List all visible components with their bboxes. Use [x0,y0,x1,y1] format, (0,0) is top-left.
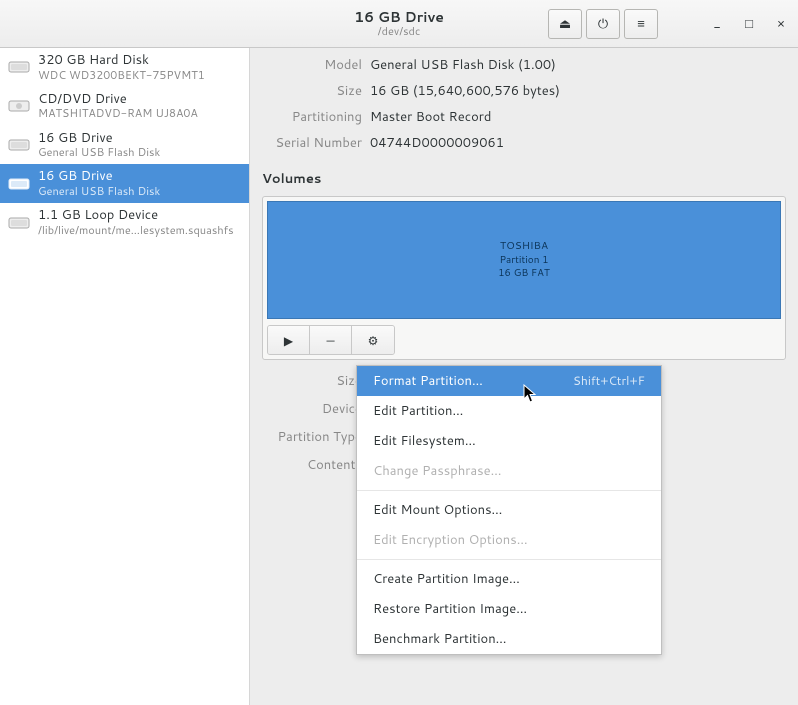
size-value: 16 GB (15,640,600,576 bytes) [370,82,786,100]
removable-icon [8,137,30,153]
sidebar-item-optical[interactable]: CD/DVD Drive MATSHITADVD-RAM UJ8A0A [0,87,249,126]
sidebar-item-disk[interactable]: 320 GB Hard Disk WDC WD3200BEKT-75PVMT1 [0,48,249,87]
header-action-buttons: ⏏ ⏻ ≡ [548,9,658,39]
vol-device-label: Device [262,400,362,418]
close-button[interactable]: × [774,15,788,33]
loop-icon [8,215,30,231]
device-title: CD/DVD Drive [38,92,198,108]
drive-properties: Model General USB Flash Disk (1.00) Size… [262,56,786,152]
gear-icon: ⚙ [368,332,379,349]
menu-accelerator: Shift+Ctrl+F [573,372,645,390]
menu-change-passphrase: Change Passphrase… [357,456,661,486]
header-title-block: 16 GB Drive /dev/sdc [354,9,444,39]
headerbar: 16 GB Drive /dev/sdc ⏏ ⏻ ≡ _ □ × [0,0,798,48]
device-subtitle: WDC WD3200BEKT-75PVMT1 [38,69,205,82]
minus-icon: — [326,332,334,349]
harddisk-icon [8,59,30,75]
model-label: Model [262,56,362,74]
menu-create-partition-image[interactable]: Create Partition Image… [357,564,661,594]
window-controls: _ □ × [710,15,788,33]
device-title: 1.1 GB Loop Device [38,208,234,224]
volume-context-menu: Format Partition… Shift+Ctrl+F Edit Part… [356,365,662,655]
partitioning-label: Partitioning [262,108,362,126]
device-title: 16 GB Drive [38,131,160,147]
volume-name: TOSHIBA [498,240,550,254]
device-title: 320 GB Hard Disk [38,53,205,69]
menu-edit-mount-options[interactable]: Edit Mount Options… [357,495,661,525]
device-text: 1.1 GB Loop Device /lib/live/mount/me…le… [38,208,234,237]
menu-label: Benchmark Partition… [373,630,507,648]
menu-restore-partition-image[interactable]: Restore Partition Image… [357,594,661,624]
power-icon: ⏻ [598,15,608,33]
eject-button[interactable]: ⏏ [548,9,582,39]
device-text: 16 GB Drive General USB Flash Disk [38,169,160,198]
device-subtitle: /lib/live/mount/me…lesystem.squashfs [38,224,234,237]
vol-size-label: Size [262,372,362,390]
sidebar-item-usb-selected[interactable]: 16 GB Drive General USB Flash Disk [0,164,249,203]
power-button[interactable]: ⏻ [586,9,620,39]
device-title: 16 GB Drive [38,169,160,185]
play-icon: ▶ [284,332,293,349]
serial-value: 04744D0000009061 [370,134,786,152]
sidebar-item-usb[interactable]: 16 GB Drive General USB Flash Disk [0,126,249,165]
cursor-icon [523,384,537,404]
window-subtitle: /dev/sdc [354,25,444,38]
volume-block-text: TOSHIBA Partition 1 16 GB FAT [498,240,550,280]
device-text: 16 GB Drive General USB Flash Disk [38,131,160,160]
menu-separator [357,490,661,491]
device-subtitle: General USB Flash Disk [38,146,160,159]
serial-label: Serial Number [262,134,362,152]
volume-toolbar: ▶ — ⚙ [267,325,395,355]
volume-block[interactable]: TOSHIBA Partition 1 16 GB FAT [267,201,781,319]
device-subtitle: MATSHITADVD-RAM UJ8A0A [38,107,198,120]
volumes-box: TOSHIBA Partition 1 16 GB FAT ▶ — ⚙ [262,196,786,360]
size-label: Size [262,82,362,100]
menu-format-partition[interactable]: Format Partition… Shift+Ctrl+F [357,366,661,396]
menu-label: Format Partition… [373,372,483,390]
menu-edit-partition[interactable]: Edit Partition… [357,396,661,426]
menu-label: Edit Partition… [373,402,463,420]
close-icon: × [777,15,785,33]
menu-label: Change Passphrase… [373,462,501,480]
menu-separator [357,559,661,560]
menu-label: Create Partition Image… [373,570,520,588]
volumes-section-title: Volumes [262,170,786,188]
device-sidebar: 320 GB Hard Disk WDC WD3200BEKT-75PVMT1 … [0,48,250,705]
menu-label: Edit Filesystem… [373,432,476,450]
menu-label: Edit Mount Options… [373,501,502,519]
maximize-button[interactable]: □ [742,15,756,33]
menu-edit-encryption-options: Edit Encryption Options… [357,525,661,555]
menu-label: Edit Encryption Options… [373,531,528,549]
volume-menu-button[interactable]: ⚙ [352,326,394,354]
menu-label: Restore Partition Image… [373,600,527,618]
partitioning-value: Master Boot Record [370,108,786,126]
menu-benchmark-partition[interactable]: Benchmark Partition… [357,624,661,654]
optical-icon [8,98,30,114]
mount-play-button[interactable]: ▶ [268,326,310,354]
volume-size: 16 GB FAT [498,267,550,280]
menu-edit-filesystem[interactable]: Edit Filesystem… [357,426,661,456]
model-value: General USB Flash Disk (1.00) [370,56,786,74]
minimize-button[interactable]: _ [710,15,724,33]
maximize-icon: □ [745,15,753,33]
sidebar-item-loop[interactable]: 1.1 GB Loop Device /lib/live/mount/me…le… [0,203,249,242]
vol-parttype-label: Partition Type [262,428,362,446]
device-text: CD/DVD Drive MATSHITADVD-RAM UJ8A0A [38,92,198,121]
menu-button[interactable]: ≡ [624,9,658,39]
removable-icon [8,176,30,192]
minimize-icon: _ [713,15,720,33]
device-subtitle: General USB Flash Disk [38,185,160,198]
device-text: 320 GB Hard Disk WDC WD3200BEKT-75PVMT1 [38,53,205,82]
hamburger-icon: ≡ [637,15,645,33]
vol-contents-label: Contents [262,456,362,474]
volume-partition: Partition 1 [498,254,550,267]
eject-icon: ⏏ [559,15,571,33]
delete-minus-button[interactable]: — [310,326,352,354]
